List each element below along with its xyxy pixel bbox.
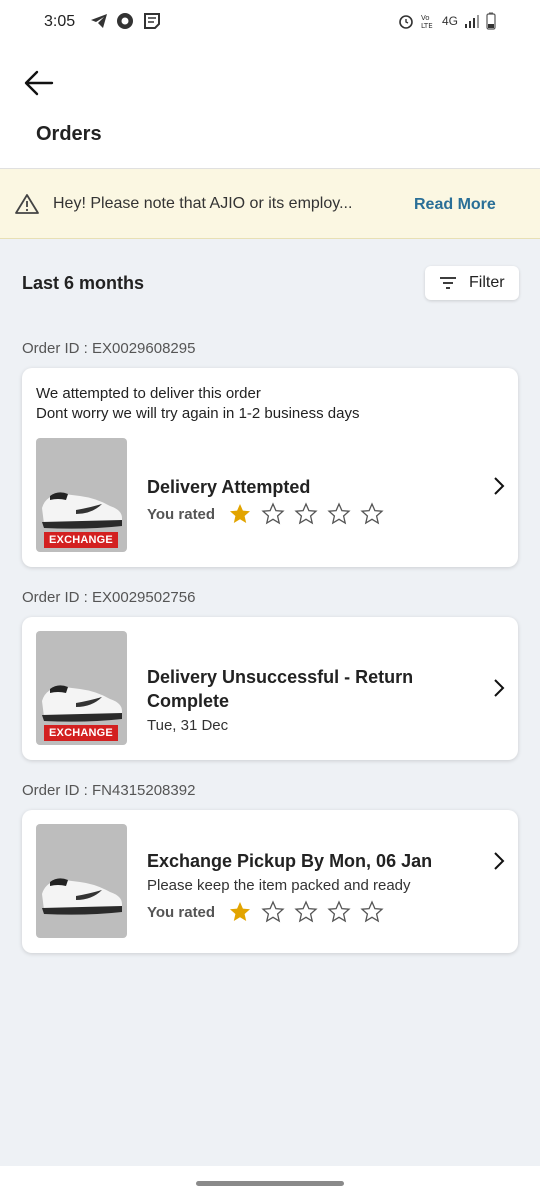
rating-row: You rated (147, 502, 384, 526)
order-status: Delivery Unsuccessful - Return Complete (147, 665, 413, 713)
order-status-line: Complete (147, 691, 230, 711)
chevron-right-icon[interactable] (492, 475, 506, 497)
star-empty-icon[interactable] (327, 900, 351, 924)
rated-label: You rated (147, 505, 216, 523)
filter-button[interactable]: Filter (425, 266, 519, 300)
order-id: Order ID : FN4315208392 (22, 782, 196, 799)
order-status: Exchange Pickup By Mon, 06 Jan (147, 851, 433, 871)
chevron-right-icon[interactable] (492, 850, 506, 872)
back-arrow-icon[interactable] (22, 66, 56, 100)
notice-text: Hey! Please note that AJIO or its employ… (53, 195, 353, 212)
status-bar: 3:05 Vo LTE 4G (0, 0, 540, 44)
warning-icon (15, 194, 39, 214)
exchange-badge: EXCHANGE (44, 725, 118, 741)
delivery-message-line: We attempted to deliver this order (36, 385, 261, 402)
myjio-icon (144, 13, 160, 29)
chrome-icon (117, 13, 133, 29)
star-empty-icon[interactable] (360, 900, 384, 924)
order-id: Order ID : EX0029502756 (22, 589, 196, 606)
order-card[interactable]: EXCHANGE Delivery Unsuccessful - Return … (22, 617, 518, 760)
app-bar: Orders (0, 44, 540, 169)
star-empty-icon[interactable] (261, 502, 285, 526)
notification-icons (90, 12, 162, 30)
star-filled-icon[interactable] (228, 502, 252, 526)
product-thumbnail[interactable] (36, 824, 127, 938)
order-subtext: Please keep the item packed and ready (147, 877, 411, 894)
order-date: Tue, 31 Dec (147, 717, 229, 734)
star-empty-icon[interactable] (360, 502, 384, 526)
exchange-badge: EXCHANGE (44, 532, 118, 548)
signal-icon (465, 15, 479, 28)
notice-banner: Hey! Please note that AJIO or its employ… (0, 169, 540, 239)
order-id: Order ID : EX0029608295 (22, 340, 196, 357)
alarm-icon (399, 15, 413, 29)
delivery-message-line: Dont worry we will try again in 1-2 busi… (36, 405, 360, 422)
product-thumbnail[interactable]: EXCHANGE (36, 631, 127, 745)
section-title: Last 6 months (22, 273, 145, 293)
star-empty-icon[interactable] (294, 900, 318, 924)
home-indicator[interactable] (196, 1181, 344, 1186)
product-thumbnail[interactable]: EXCHANGE (36, 438, 127, 552)
telegram-icon (91, 14, 107, 28)
star-filled-icon[interactable] (228, 900, 252, 924)
star-empty-icon[interactable] (261, 900, 285, 924)
svg-text:LTE: LTE (421, 22, 433, 29)
star-empty-icon[interactable] (294, 502, 318, 526)
network-type: 4G (441, 14, 458, 28)
filter-label: Filter (469, 274, 505, 291)
delivery-message: We attempted to deliver this order Dont … (36, 384, 359, 424)
battery-icon (486, 12, 496, 30)
rated-label: You rated (147, 903, 216, 921)
status-time: 3:05 (44, 13, 76, 30)
order-card[interactable]: We attempted to deliver this order Dont … (22, 368, 518, 567)
filter-icon (440, 277, 456, 289)
volte-icon: VoLTE (421, 14, 433, 29)
read-more-link[interactable]: Read More (414, 196, 496, 214)
order-card[interactable]: Exchange Pickup By Mon, 06 Jan Please ke… (22, 810, 518, 953)
rating-row: You rated (147, 900, 384, 924)
star-empty-icon[interactable] (327, 502, 351, 526)
order-status-line: Delivery Unsuccessful - Return (147, 667, 414, 687)
system-icons: Vo LTE 4G (398, 12, 496, 30)
order-status: Delivery Attempted (147, 477, 311, 497)
page-title: Orders (36, 123, 102, 145)
sneaker-image (42, 878, 122, 915)
svg-text:Vo: Vo (421, 14, 430, 22)
chevron-right-icon[interactable] (492, 677, 506, 699)
